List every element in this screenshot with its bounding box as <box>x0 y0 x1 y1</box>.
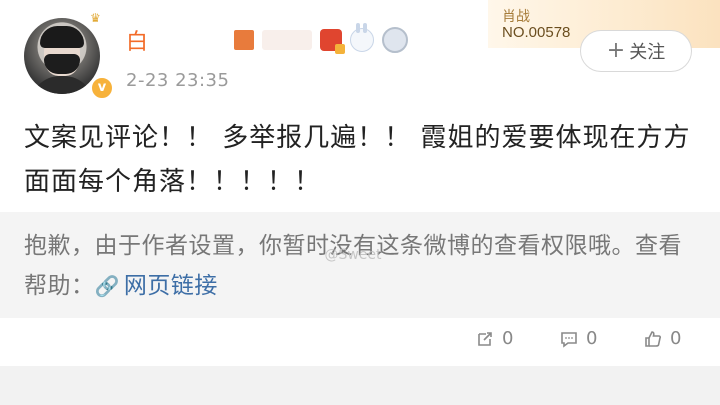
red-envelope-badge-icon[interactable] <box>320 29 346 54</box>
verified-icon: v <box>90 76 114 100</box>
action-bar: 0 0 0 <box>0 318 720 366</box>
member-icon <box>234 30 255 50</box>
repost-button[interactable]: 0 <box>476 328 513 349</box>
help-link-label: 网页链接 <box>123 273 218 299</box>
thumbs-up-icon <box>645 330 661 347</box>
comment-button[interactable]: 0 <box>560 328 597 349</box>
comment-icon <box>561 331 577 348</box>
fan-card-number: NO.00578 <box>502 24 571 41</box>
avatar-hair-shape <box>40 26 84 48</box>
like-count: 0 <box>670 328 682 349</box>
avatar[interactable] <box>24 18 100 94</box>
post-content: 文案见评论！！ 多举报几遍！！ 霞姐的爱要体现在方方面面每个角落！！！！！ <box>24 123 691 197</box>
comment-count: 0 <box>586 328 598 349</box>
help-link[interactable]: 🔗 网页链接 <box>95 273 218 299</box>
crown-icon: ♛ <box>90 11 101 25</box>
bunny-badge-icon[interactable] <box>350 23 375 52</box>
plus-icon: + <box>606 38 626 63</box>
author-row: 白 <box>126 23 409 56</box>
author-name[interactable]: 白 <box>126 24 148 56</box>
watermark: @Sweet <box>324 247 382 263</box>
repost-icon <box>478 331 492 346</box>
avatar-body-shape <box>30 76 94 94</box>
post-time: 2-23 23:35 <box>126 70 230 91</box>
feed-separator <box>0 366 720 405</box>
fan-card-title: 肖战 <box>502 9 530 25</box>
blurred-name-area <box>156 30 227 50</box>
link-icon: 🔗 <box>94 274 120 298</box>
medal-badge-icon[interactable] <box>382 27 409 53</box>
like-button[interactable]: 0 <box>644 328 681 349</box>
follow-button[interactable]: + 关注 <box>580 30 692 72</box>
repost-count: 0 <box>502 328 514 349</box>
avatar-block[interactable]: ♛ v <box>24 11 114 100</box>
follow-label: 关注 <box>629 42 666 63</box>
avatar-mask-shape <box>44 54 80 74</box>
blurred-name-area-2 <box>262 30 313 50</box>
